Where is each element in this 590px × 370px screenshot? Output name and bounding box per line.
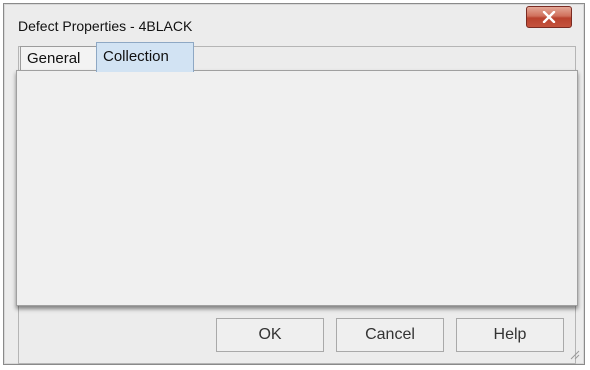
title-bar[interactable]: Defect Properties - 4BLACK bbox=[4, 4, 584, 36]
dialog-window: Defect Properties - 4BLACK General Colle… bbox=[3, 3, 585, 365]
tab-general-label: General bbox=[27, 50, 81, 67]
tab-panel-collection bbox=[16, 70, 578, 306]
tab-collection[interactable]: Collection bbox=[96, 42, 194, 72]
ok-button[interactable]: OK bbox=[216, 318, 324, 352]
close-icon bbox=[542, 11, 556, 23]
tab-collection-label: Collection bbox=[103, 48, 169, 65]
tab-strip: General Collection bbox=[16, 42, 578, 72]
window-title: Defect Properties - 4BLACK bbox=[18, 18, 193, 34]
resize-grip-icon[interactable] bbox=[568, 348, 580, 360]
tab-general[interactable]: General bbox=[20, 46, 100, 70]
dialog-footer: OK Cancel Help bbox=[16, 308, 578, 362]
cancel-button[interactable]: Cancel bbox=[336, 318, 444, 352]
close-button[interactable] bbox=[526, 6, 572, 28]
help-button[interactable]: Help bbox=[456, 318, 564, 352]
